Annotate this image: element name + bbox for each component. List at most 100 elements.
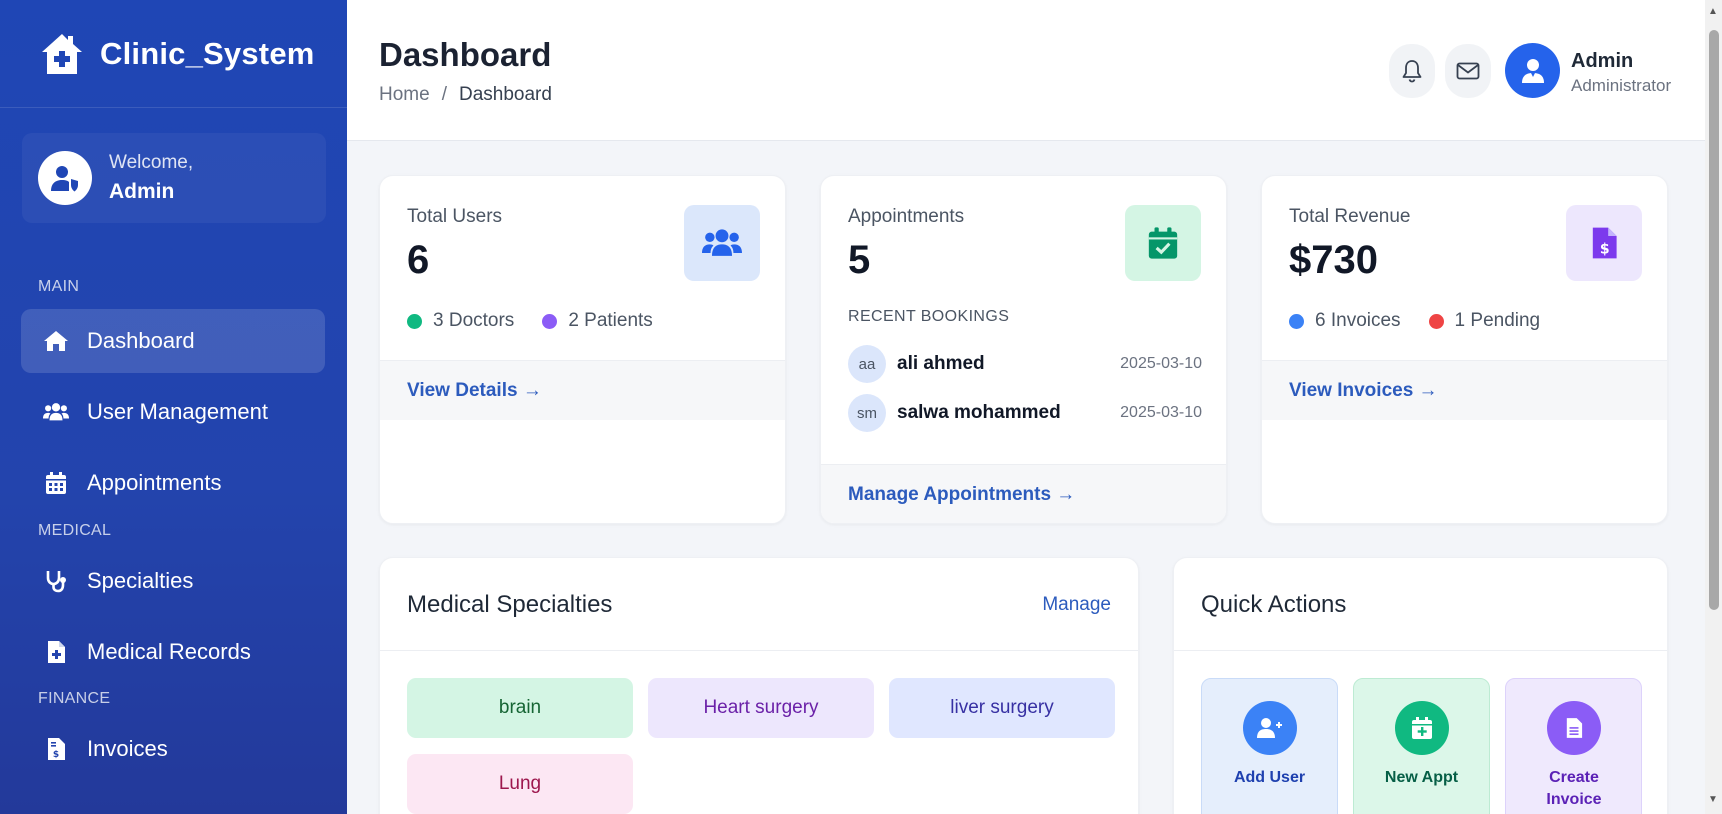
medical-specialties-panel: Medical Specialties Manage brain Heart s… xyxy=(379,557,1139,814)
users-breakdown: 3 Doctors 2 Patients xyxy=(407,310,653,332)
users-icon xyxy=(684,205,760,281)
card-value: 5 xyxy=(848,238,871,282)
invoices-count: 6 Invoices xyxy=(1315,310,1401,331)
sidebar-item-label: Specialties xyxy=(87,568,194,593)
doctors-dot xyxy=(407,313,422,329)
specialty-tag[interactable]: Lung xyxy=(407,754,633,814)
card-label: Appointments xyxy=(848,206,965,227)
total-revenue-card: Total Revenue $730 $ 6 Invoices 1 Pendin… xyxy=(1261,175,1668,524)
manage-specialties-link[interactable]: Manage xyxy=(1042,594,1111,616)
booking-date: 2025-03-10 xyxy=(1120,404,1202,421)
invoices-dot xyxy=(1289,313,1304,329)
panel-header: Quick Actions xyxy=(1174,558,1667,651)
new-appointment-button[interactable]: New Appt xyxy=(1353,678,1490,814)
panel-title: Medical Specialties xyxy=(407,591,613,618)
welcome-name: Admin xyxy=(109,180,175,203)
user-icon xyxy=(1521,58,1544,83)
home-icon xyxy=(43,328,69,354)
breadcrumb-current: Dashboard xyxy=(458,84,552,105)
specialty-tag[interactable]: brain xyxy=(407,678,633,738)
admin-avatar xyxy=(38,151,92,205)
sidebar-item-label: Dashboard xyxy=(87,328,195,353)
sidebar-item-invoices[interactable]: $ Invoices xyxy=(21,717,325,781)
total-users-card: Total Users 6 3 Doctors 2 Patients View … xyxy=(379,175,786,524)
sidebar: Clinic_System Welcome, Admin MAIN Dashbo… xyxy=(0,0,347,814)
sidebar-item-label: Appointments xyxy=(87,470,222,495)
users-icon xyxy=(43,399,69,425)
brand[interactable]: Clinic_System xyxy=(0,0,347,108)
sidebar-item-appointments[interactable]: Appointments xyxy=(21,451,325,515)
bell-icon xyxy=(1402,60,1422,83)
invoice-icon: $ xyxy=(43,736,69,762)
specialty-tag[interactable]: Heart surgery xyxy=(648,678,874,738)
calendar-plus-icon xyxy=(1395,701,1449,755)
panel-header: Medical Specialties Manage xyxy=(380,558,1138,651)
section-label-medical: MEDICAL xyxy=(38,522,112,539)
booking-avatar: sm xyxy=(848,394,886,432)
specialty-tag[interactable]: liver surgery xyxy=(889,678,1115,738)
card-label: Total Revenue xyxy=(1289,206,1411,227)
patients-count: 2 Patients xyxy=(568,310,653,331)
qa-label: Add User xyxy=(1233,769,1306,786)
user-plus-icon xyxy=(1243,701,1297,755)
section-label-finance: FINANCE xyxy=(38,690,111,707)
recent-bookings-label: RECENT BOOKINGS xyxy=(848,308,1010,325)
document-icon xyxy=(1547,701,1601,755)
add-user-button[interactable]: Add User xyxy=(1201,678,1338,814)
patients-dot xyxy=(542,313,558,329)
manage-appointments-link[interactable]: Manage Appointments → xyxy=(821,464,1226,523)
view-details-link[interactable]: View Details → xyxy=(380,360,785,420)
sidebar-item-label: Medical Records xyxy=(87,639,251,664)
sidebar-item-label: Invoices xyxy=(87,736,168,761)
svg-text:$: $ xyxy=(53,750,59,760)
calendar-icon xyxy=(43,470,69,496)
envelope-icon xyxy=(1456,62,1480,80)
sidebar-item-specialties[interactable]: Specialties xyxy=(21,549,325,613)
breadcrumb: Home / Dashboard xyxy=(379,84,552,106)
sidebar-item-dashboard[interactable]: Dashboard xyxy=(21,309,325,373)
qa-label: New Appt xyxy=(1384,769,1459,786)
revenue-breakdown: 6 Invoices 1 Pending xyxy=(1289,310,1540,332)
booking-date: 2025-03-10 xyxy=(1120,355,1202,372)
page-scrollbar[interactable]: ▲ ▼ xyxy=(1705,0,1722,814)
card-value: $730 xyxy=(1289,238,1378,282)
create-invoice-button[interactable]: Create Invoice xyxy=(1505,678,1642,814)
sidebar-item-medical-records[interactable]: Medical Records xyxy=(21,620,325,684)
calendar-check-icon xyxy=(1125,205,1201,281)
sidebar-item-user-management[interactable]: User Management xyxy=(21,380,325,444)
panel-title: Quick Actions xyxy=(1201,591,1347,618)
quick-actions-panel: Quick Actions Add User New Appt Create I… xyxy=(1173,557,1668,814)
pending-count: 1 Pending xyxy=(1454,310,1541,331)
user-shield-icon xyxy=(51,166,78,192)
stethoscope-icon xyxy=(43,568,69,594)
welcome-panel: Welcome, Admin xyxy=(22,133,326,223)
doctors-count: 3 Doctors xyxy=(433,310,515,331)
breadcrumb-home[interactable]: Home xyxy=(379,84,430,106)
brand-name: Clinic_System xyxy=(100,35,315,71)
messages-button[interactable] xyxy=(1445,44,1491,98)
card-label: Total Users xyxy=(407,206,503,227)
breadcrumb-separator: / xyxy=(441,84,447,105)
profile-avatar[interactable] xyxy=(1505,43,1560,98)
sidebar-item-label: User Management xyxy=(87,399,268,424)
invoice-dollar-icon: $ xyxy=(1566,205,1642,281)
welcome-greeting: Welcome, xyxy=(109,152,194,173)
booking-row[interactable]: aa ali ahmed 2025-03-10 xyxy=(848,344,1202,384)
pending-dot xyxy=(1428,313,1444,329)
card-value: 6 xyxy=(407,238,430,282)
top-header: Dashboard Home / Dashboard Admin Adminis… xyxy=(347,0,1705,141)
scroll-up-arrow-icon[interactable]: ▲ xyxy=(1708,6,1718,17)
booking-row[interactable]: sm salwa mohammed 2025-03-10 xyxy=(848,393,1202,433)
file-medical-icon xyxy=(43,639,69,665)
scroll-down-arrow-icon[interactable]: ▼ xyxy=(1708,794,1718,805)
view-invoices-link[interactable]: View Invoices → xyxy=(1262,360,1667,420)
clinic-home-icon xyxy=(42,33,82,74)
svg-text:$: $ xyxy=(1600,242,1610,258)
notifications-button[interactable] xyxy=(1389,44,1435,98)
qa-label: Create Invoice xyxy=(1546,769,1602,808)
appointments-card: Appointments 5 RECENT BOOKINGS aa ali ah… xyxy=(820,175,1227,524)
scroll-thumb[interactable] xyxy=(1709,30,1719,610)
booking-avatar: aa xyxy=(848,345,886,383)
section-label-main: MAIN xyxy=(38,278,80,295)
profile-name[interactable]: Admin xyxy=(1571,50,1633,73)
